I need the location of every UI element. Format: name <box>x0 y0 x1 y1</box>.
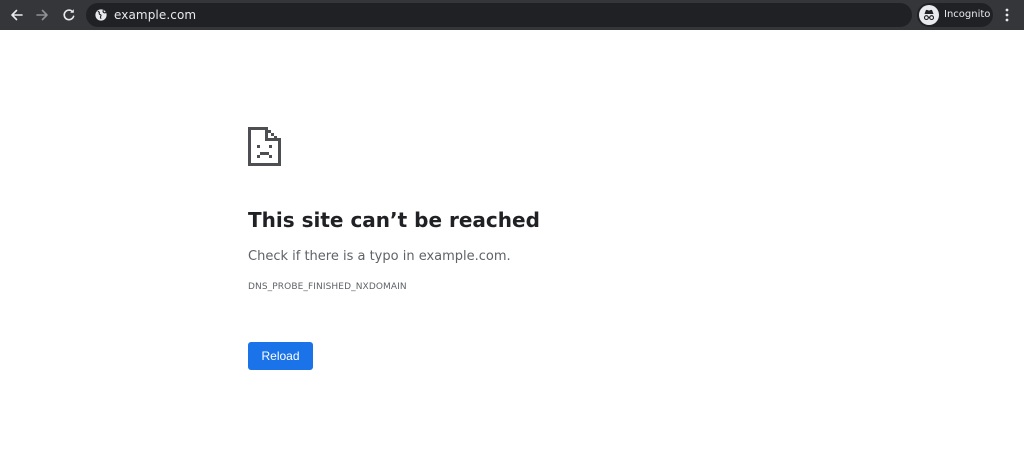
browser-toolbar: example.com Incognito <box>0 0 1024 30</box>
error-code: DNS_PROBE_FINISHED_NXDOMAIN <box>248 282 407 292</box>
incognito-profile-button[interactable]: Incognito <box>917 3 993 27</box>
reload-icon <box>63 9 75 21</box>
more-vertical-icon <box>1005 8 1009 22</box>
reload-button[interactable]: Reload <box>248 342 313 370</box>
forward-arrow-icon <box>36 9 48 21</box>
sad-page-icon <box>248 127 281 166</box>
error-message: Check if there is a typo in example.com. <box>248 249 511 264</box>
address-bar[interactable]: example.com <box>86 3 912 27</box>
url-text[interactable]: example.com <box>114 7 196 23</box>
reload-page-button[interactable] <box>57 3 81 27</box>
globe-icon[interactable] <box>95 9 107 21</box>
back-button[interactable] <box>5 3 29 27</box>
browser-menu-button[interactable] <box>998 3 1016 27</box>
forward-button[interactable] <box>30 3 54 27</box>
back-arrow-icon <box>11 9 23 21</box>
incognito-label: Incognito <box>944 9 991 20</box>
error-title: This site can’t be reached <box>248 208 540 232</box>
incognito-icon <box>919 5 939 25</box>
